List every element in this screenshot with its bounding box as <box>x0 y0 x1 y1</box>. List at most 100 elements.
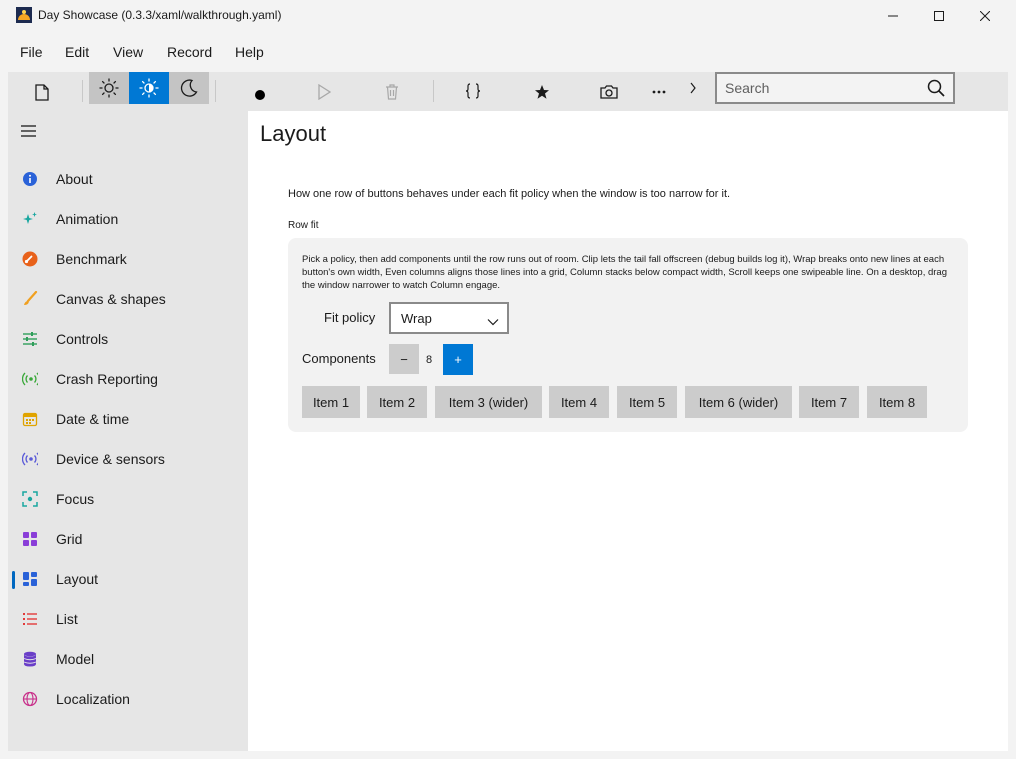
delete-button[interactable] <box>376 80 408 104</box>
components-label: Components <box>302 351 376 366</box>
speedometer-icon <box>22 251 38 267</box>
menu-bar: File Edit View Record Help <box>8 32 1008 72</box>
app-logo-icon <box>16 7 32 23</box>
menu-view[interactable]: View <box>113 44 143 60</box>
toolbar <box>8 72 1008 111</box>
section-label: Row fit <box>288 220 319 231</box>
row-item-button[interactable]: Item 5 <box>617 386 677 418</box>
app-window: Day Showcase (0.3.3/xaml/walkthrough.yam… <box>0 0 1016 759</box>
close-icon <box>980 11 990 21</box>
document-icon <box>35 83 49 101</box>
sidebar-item-list[interactable]: List <box>8 600 248 640</box>
info-icon <box>22 171 38 187</box>
menu-edit[interactable]: Edit <box>65 44 89 60</box>
sidebar-item-label: Device & sensors <box>56 451 165 467</box>
components-count: 8 <box>426 354 433 366</box>
row-item-button[interactable]: Item 3 (wider) <box>435 386 542 418</box>
sidebar-item-label: Canvas & shapes <box>56 291 166 307</box>
main-content: Layout How one row of buttons behaves un… <box>248 111 1008 751</box>
search-input[interactable] <box>725 79 915 97</box>
sidebar-item-label: Crash Reporting <box>56 371 158 387</box>
half-sun-icon <box>139 78 159 98</box>
row-item-button[interactable]: Item 2 <box>367 386 427 418</box>
broadcast-icon <box>22 371 38 387</box>
sidebar-item-date-time[interactable]: Date & time <box>8 400 248 440</box>
decrement-button[interactable]: − <box>389 344 419 374</box>
row-fit-card: Pick a policy, then add components until… <box>288 238 968 432</box>
sidebar-item-label: About <box>56 171 93 187</box>
json-button[interactable] <box>457 79 489 103</box>
hamburger-menu-button[interactable] <box>20 124 38 138</box>
calendar-icon <box>22 411 38 427</box>
light-theme-button[interactable] <box>89 72 129 104</box>
row-item-button[interactable]: Item 1 <box>302 386 360 418</box>
sidebar-item-grid[interactable]: Grid <box>8 520 248 560</box>
sidebar-item-label: List <box>56 611 78 627</box>
sidebar-item-canvas-shapes[interactable]: Canvas & shapes <box>8 280 248 320</box>
row-item-button[interactable]: Item 8 <box>867 386 927 418</box>
play-button[interactable] <box>308 80 340 104</box>
fit-policy-label: Fit policy <box>324 310 376 325</box>
row-item-button[interactable]: Item 4 <box>549 386 609 418</box>
row-item-button[interactable]: Item 6 (wider) <box>685 386 792 418</box>
sidebar-item-label: Layout <box>56 571 99 587</box>
screenshot-button[interactable] <box>593 80 625 104</box>
sparkle-icon <box>22 211 38 227</box>
layout-icon <box>22 571 38 587</box>
sidebar-item-label: Localization <box>56 691 130 707</box>
record-dot-icon <box>255 90 265 100</box>
search-icon <box>927 79 945 97</box>
moon-icon <box>180 79 198 97</box>
sidebar-item-localization[interactable]: Localization <box>8 680 248 720</box>
sidebar-item-layout[interactable]: Layout <box>8 560 248 600</box>
sidebar-item-focus[interactable]: Focus <box>8 480 248 520</box>
sidebar-item-device-sensors[interactable]: Device & sensors <box>8 440 248 480</box>
minimize-button[interactable] <box>870 0 916 32</box>
hamburger-icon <box>21 125 36 137</box>
menu-file[interactable]: File <box>20 44 43 60</box>
more-button[interactable] <box>643 80 675 104</box>
toolbar-overflow-button[interactable] <box>681 76 705 100</box>
new-document-button[interactable] <box>26 80 58 104</box>
sidebar-item-label: Date & time <box>56 411 130 427</box>
sensor-icon <box>22 451 38 467</box>
maximize-button[interactable] <box>916 0 962 32</box>
title-bar: Day Showcase (0.3.3/xaml/walkthrough.yam… <box>0 0 1016 32</box>
sidebar-item-model[interactable]: Model <box>8 640 248 680</box>
contrast-theme-button[interactable] <box>129 72 169 104</box>
increment-button[interactable]: + <box>443 344 473 375</box>
menu-record[interactable]: Record <box>167 44 212 60</box>
toolbar-separator <box>433 80 434 102</box>
play-icon <box>318 84 331 100</box>
grid-icon <box>22 531 38 547</box>
page-title: Layout <box>260 121 327 146</box>
chevron-right-icon <box>690 82 696 94</box>
sidebar-item-about[interactable]: About <box>8 160 248 200</box>
trash-icon <box>386 84 398 100</box>
sidebar-item-label: Controls <box>56 331 109 347</box>
sidebar: About Animation Benchmark Canvas & shape… <box>8 111 248 751</box>
globe-icon <box>22 691 38 707</box>
sidebar-item-animation[interactable]: Animation <box>8 200 248 240</box>
search-button[interactable] <box>927 79 945 102</box>
record-button[interactable] <box>244 82 276 106</box>
favorite-button[interactable] <box>526 80 558 104</box>
sidebar-item-label: Grid <box>56 531 83 547</box>
menu-help[interactable]: Help <box>235 44 264 60</box>
selection-indicator <box>12 571 15 589</box>
maximize-icon <box>934 11 944 21</box>
fit-policy-value: Wrap <box>401 311 432 326</box>
window-title: Day Showcase (0.3.3/xaml/walkthrough.yam… <box>38 8 282 22</box>
dark-theme-button[interactable] <box>169 72 209 104</box>
sidebar-item-crash-reporting[interactable]: Crash Reporting <box>8 360 248 400</box>
row-item-button[interactable]: Item 7 <box>799 386 859 418</box>
brush-icon <box>22 291 38 307</box>
close-button[interactable] <box>962 0 1008 32</box>
sidebar-item-benchmark[interactable]: Benchmark <box>8 240 248 280</box>
sidebar-item-label: Benchmark <box>56 251 127 267</box>
intro-text: How one row of buttons behaves under eac… <box>288 188 731 200</box>
sidebar-item-controls[interactable]: Controls <box>8 320 248 360</box>
fit-policy-dropdown[interactable]: Wrap <box>389 302 509 334</box>
star-icon <box>535 85 549 99</box>
database-icon <box>22 651 38 667</box>
